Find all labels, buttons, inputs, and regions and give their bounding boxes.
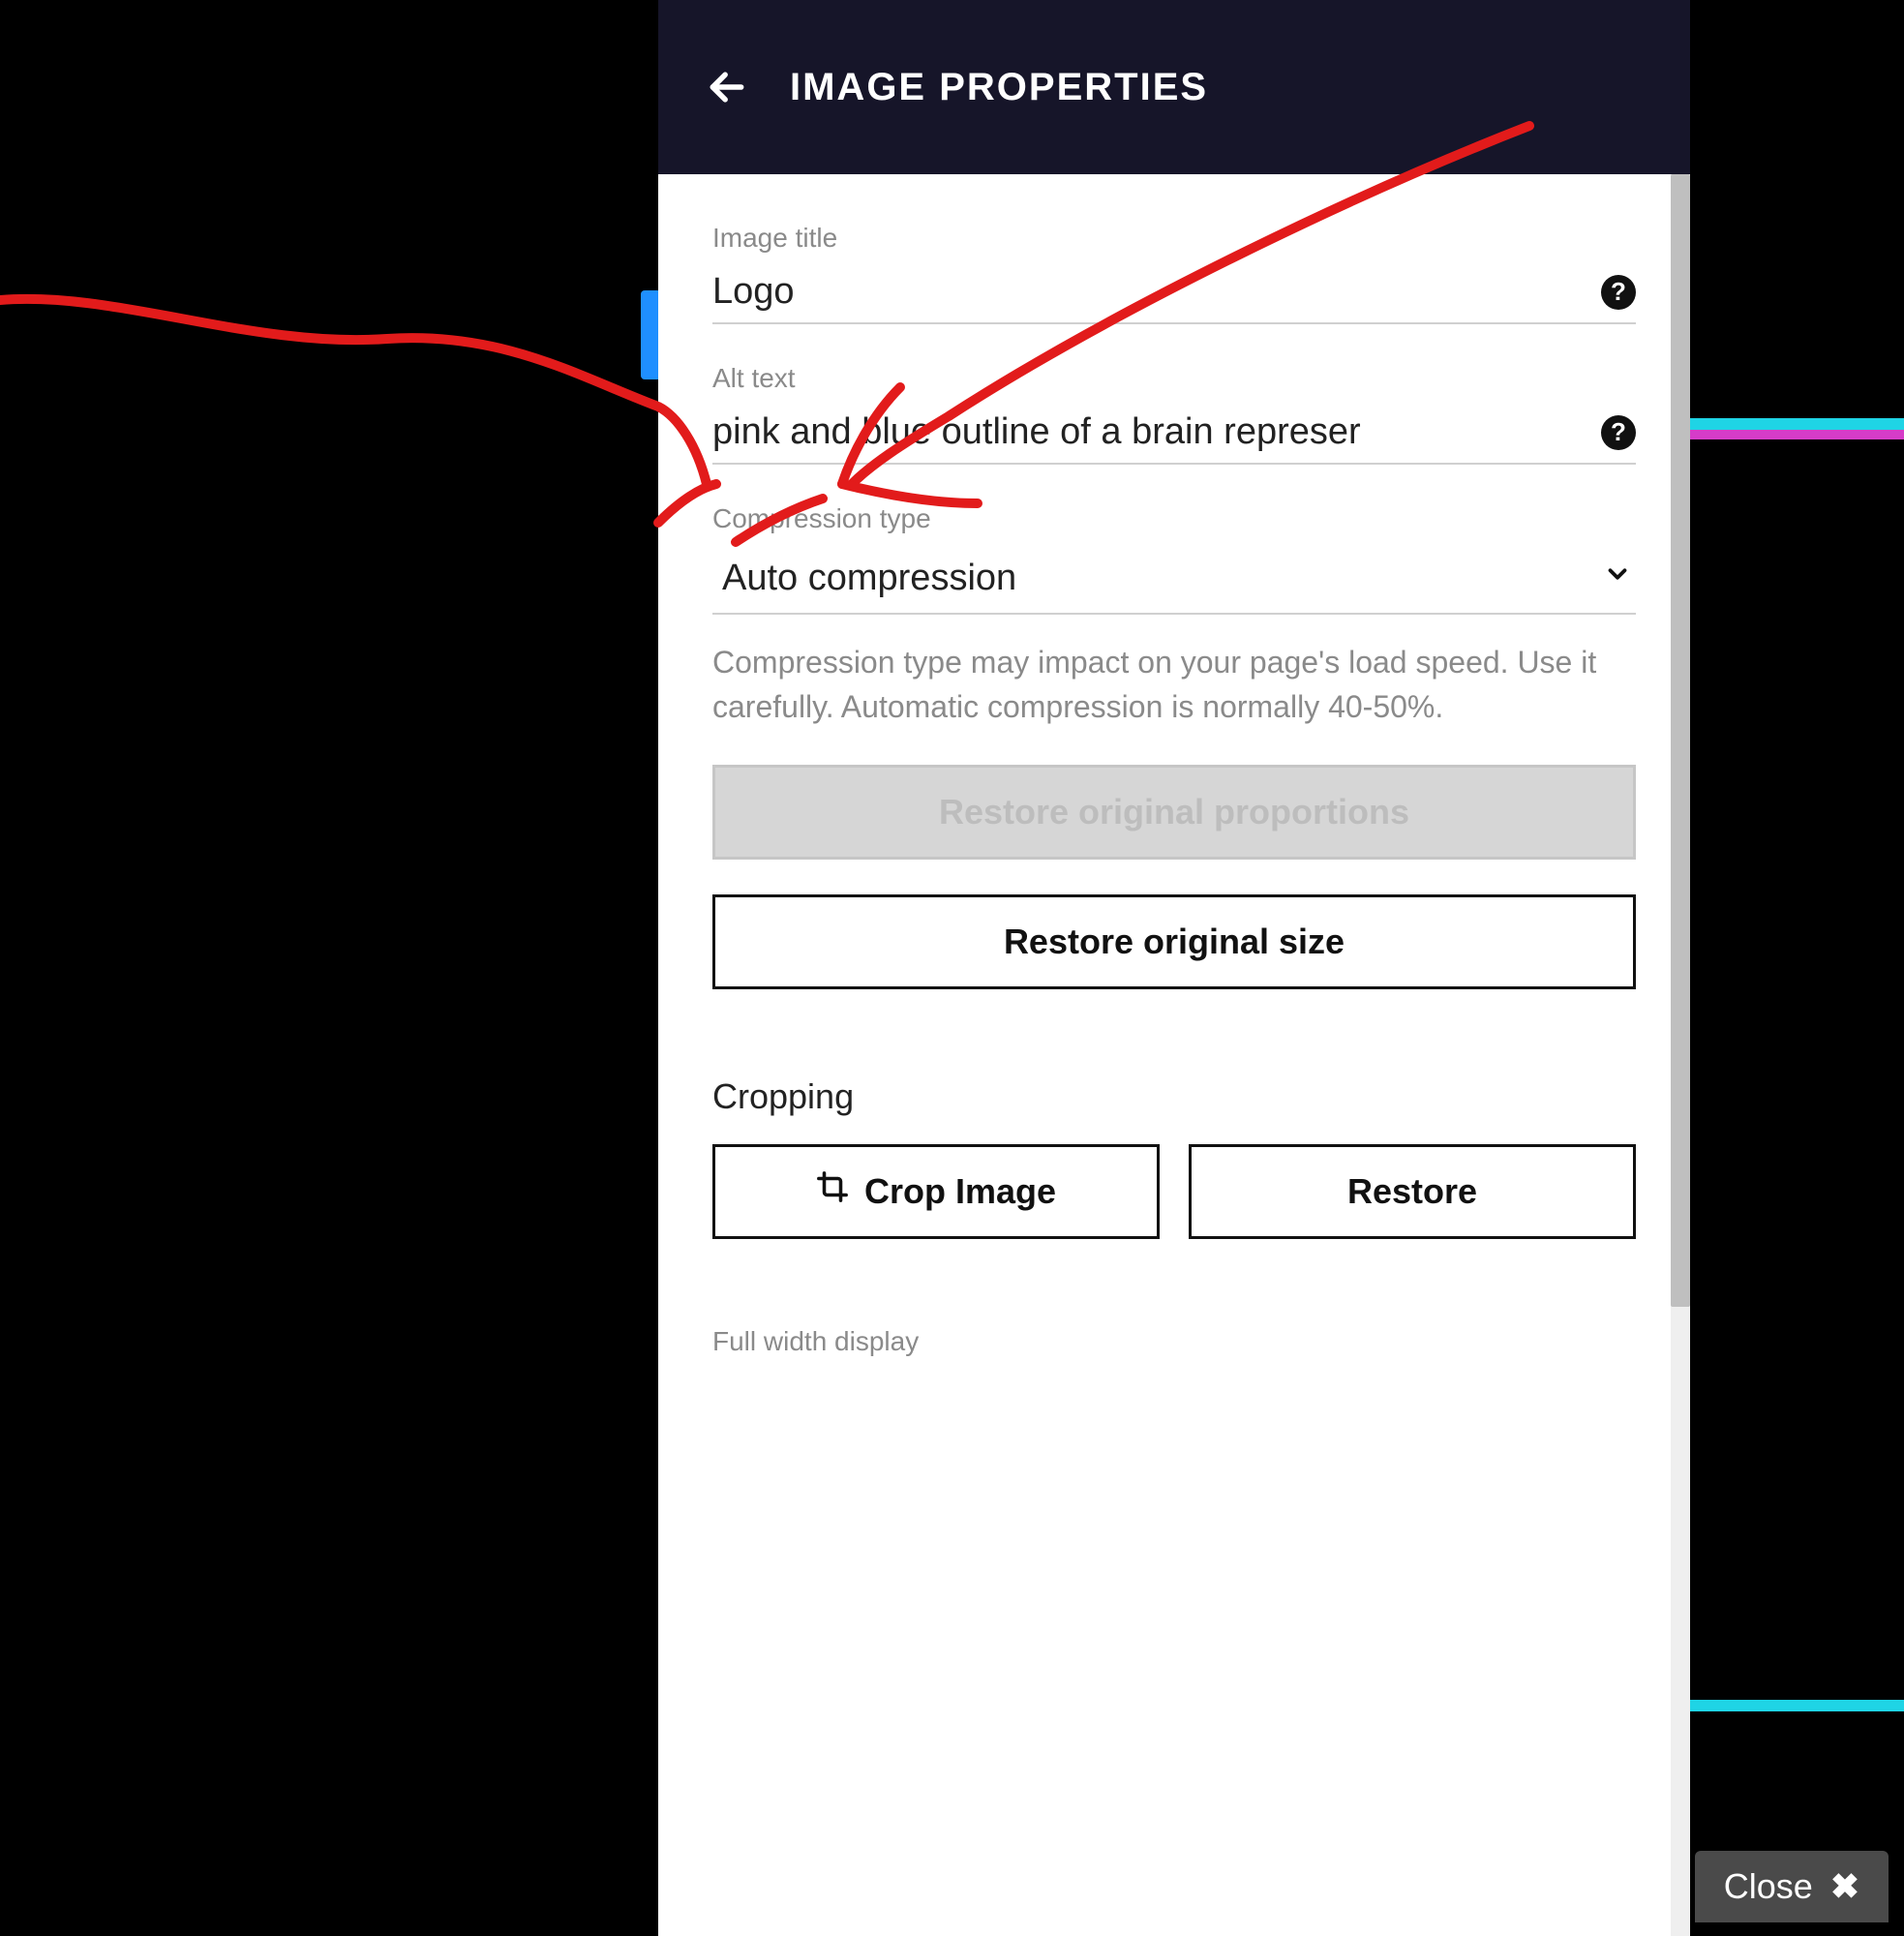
alt-text-row: ?: [712, 411, 1636, 465]
compression-type-value: Auto compression: [722, 558, 1016, 599]
restore-proportions-button: Restore original proportions: [712, 765, 1636, 860]
crop-image-button[interactable]: Crop Image: [712, 1144, 1160, 1239]
close-button[interactable]: Close ✖: [1695, 1851, 1889, 1922]
decoration-line: [1690, 418, 1904, 430]
compression-help-text: Compression type may impact on your page…: [712, 640, 1636, 730]
decoration-line: [1690, 430, 1904, 439]
chevron-down-icon: [1603, 560, 1632, 597]
image-properties-panel: IMAGE PROPERTIES Image title ? Alt text …: [658, 0, 1690, 1936]
restore-crop-button[interactable]: Restore: [1189, 1144, 1636, 1239]
restore-size-button[interactable]: Restore original size: [712, 894, 1636, 989]
panel-body: Image title ? Alt text ? Compression typ…: [658, 174, 1690, 1936]
crop-image-label: Crop Image: [864, 1171, 1056, 1212]
compression-type-select[interactable]: Auto compression: [712, 552, 1636, 615]
image-title-input[interactable]: [712, 271, 1574, 313]
scrollbar-track[interactable]: [1671, 174, 1690, 1936]
help-icon[interactable]: ?: [1601, 415, 1636, 450]
scrollbar-thumb[interactable]: [1671, 174, 1690, 1307]
decoration-line: [1690, 1700, 1904, 1711]
full-width-label: Full width display: [712, 1326, 1636, 1357]
image-title-row: ?: [712, 271, 1636, 324]
image-title-label: Image title: [712, 223, 1636, 254]
panel-title: IMAGE PROPERTIES: [790, 66, 1208, 109]
alt-text-label: Alt text: [712, 363, 1636, 394]
panel-header: IMAGE PROPERTIES: [658, 0, 1690, 174]
close-icon: ✖: [1830, 1866, 1859, 1907]
alt-text-input[interactable]: [712, 411, 1574, 453]
help-icon[interactable]: ?: [1601, 275, 1636, 310]
back-arrow-icon[interactable]: [703, 63, 751, 111]
cropping-heading: Cropping: [712, 1076, 1636, 1117]
compression-type-label: Compression type: [712, 503, 1636, 534]
close-label: Close: [1724, 1866, 1813, 1907]
crop-icon: [816, 1170, 849, 1212]
